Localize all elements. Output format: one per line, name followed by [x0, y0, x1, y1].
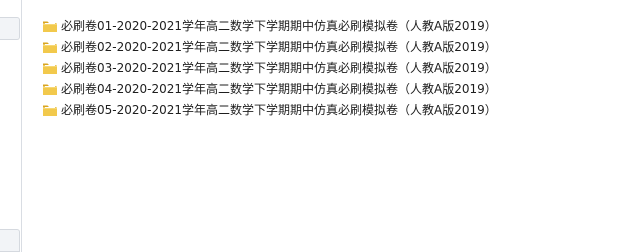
file-explorer-window: 必刷卷01-2020-2021学年高二数学下学期期中仿真必刷模拟卷（人教A版20… — [0, 0, 635, 252]
folder-icon — [43, 42, 57, 53]
folder-icon — [43, 63, 57, 74]
navigation-pane[interactable] — [0, 0, 22, 252]
file-list: 必刷卷01-2020-2021学年高二数学下学期期中仿真必刷模拟卷（人教A版20… — [40, 15, 499, 120]
folder-name: 必刷卷03-2020-2021学年高二数学下学期期中仿真必刷模拟卷（人教A版20… — [61, 60, 497, 75]
folder-name: 必刷卷01-2020-2021学年高二数学下学期期中仿真必刷模拟卷（人教A版20… — [61, 18, 497, 33]
folder-icon — [43, 105, 57, 116]
folder-name: 必刷卷02-2020-2021学年高二数学下学期期中仿真必刷模拟卷（人教A版20… — [61, 39, 497, 54]
folder-name: 必刷卷04-2020-2021学年高二数学下学期期中仿真必刷模拟卷（人教A版20… — [61, 81, 497, 96]
folder-icon — [43, 21, 57, 32]
nav-pane-bottom-item[interactable] — [0, 229, 20, 252]
folder-icon — [43, 84, 57, 95]
folder-name: 必刷卷05-2020-2021学年高二数学下学期期中仿真必刷模拟卷（人教A版20… — [61, 102, 497, 117]
folder-item[interactable]: 必刷卷03-2020-2021学年高二数学下学期期中仿真必刷模拟卷（人教A版20… — [40, 57, 499, 78]
nav-pane-selected-item[interactable] — [0, 17, 20, 40]
folder-item[interactable]: 必刷卷05-2020-2021学年高二数学下学期期中仿真必刷模拟卷（人教A版20… — [40, 99, 499, 120]
folder-item[interactable]: 必刷卷01-2020-2021学年高二数学下学期期中仿真必刷模拟卷（人教A版20… — [40, 15, 499, 36]
folder-item[interactable]: 必刷卷04-2020-2021学年高二数学下学期期中仿真必刷模拟卷（人教A版20… — [40, 78, 499, 99]
folder-item[interactable]: 必刷卷02-2020-2021学年高二数学下学期期中仿真必刷模拟卷（人教A版20… — [40, 36, 499, 57]
